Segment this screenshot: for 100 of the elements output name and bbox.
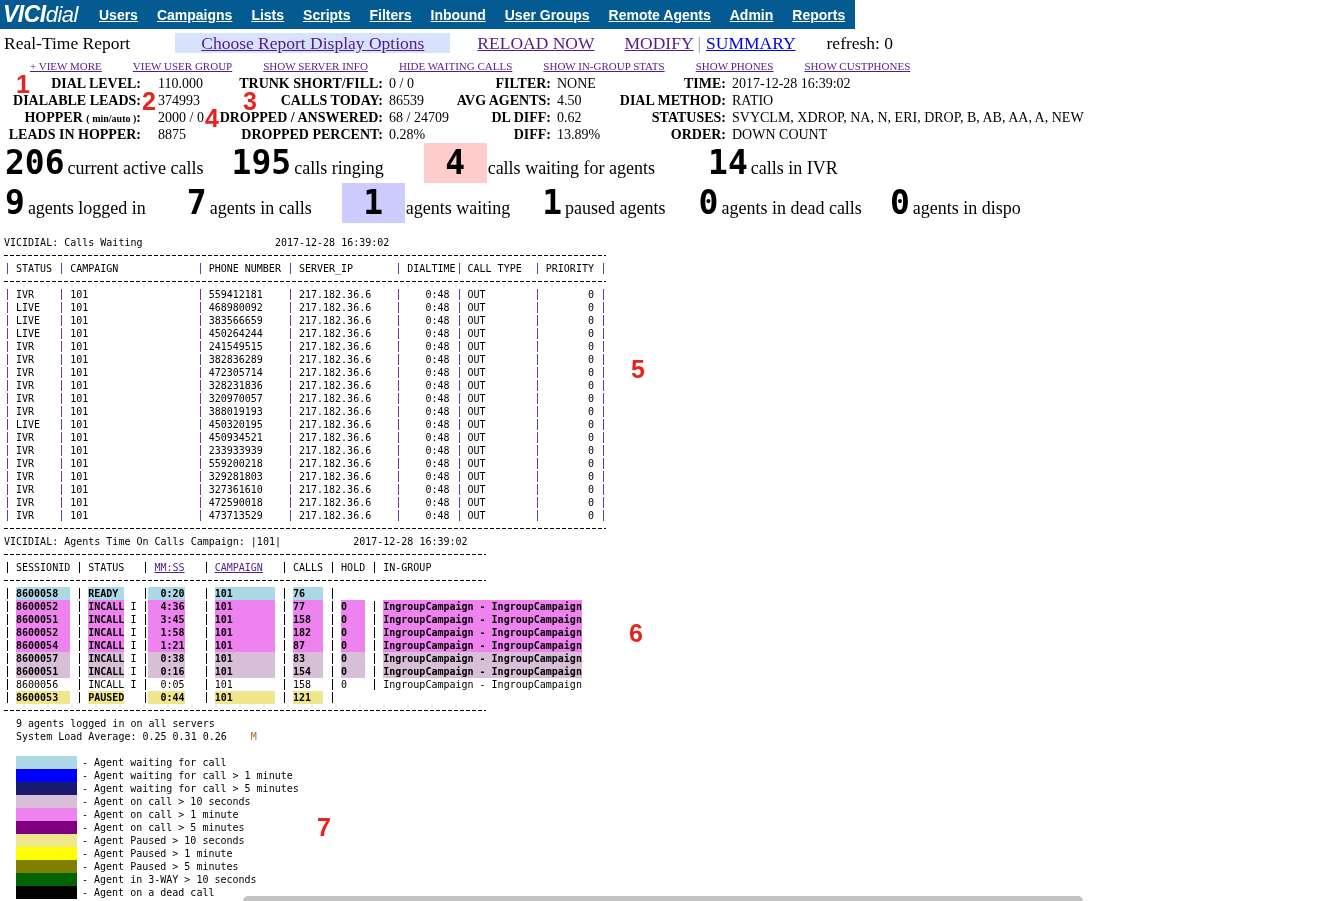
stat-value: 13.89% — [557, 126, 601, 143]
table-cell: 0:48 — [425, 419, 450, 430]
stat-value: RATIO — [732, 92, 774, 109]
stat-label: DROPPED PERCENT: — [241, 126, 383, 143]
table-cell: 1:58 — [148, 626, 185, 639]
counter-label: agents logged in — [27, 198, 146, 219]
nav-link[interactable]: Inbound — [430, 6, 486, 23]
table-cell: 101 — [214, 652, 275, 665]
table-cell: 0 — [587, 510, 594, 521]
table-cell: 101 — [70, 341, 89, 352]
scrollbar-thumb[interactable] — [243, 896, 1083, 901]
table-cell: 0:38 — [148, 652, 185, 665]
column-header: STATUS — [88, 561, 125, 574]
annotation-number: 2 — [142, 92, 156, 111]
table-cell: 101 — [70, 471, 89, 482]
table-cell: IVR — [16, 484, 35, 495]
stat-value: DOWN COUNT — [732, 126, 828, 143]
stat-label: AVG AGENTS: — [456, 92, 551, 109]
table-cell: 217.182.36.6 — [298, 393, 372, 404]
column-header: CALLS — [292, 561, 324, 574]
counter-value: 1 — [341, 183, 405, 223]
counter-value: 0 — [889, 183, 910, 223]
table-cell: 101 — [214, 691, 275, 704]
table-cell: LIVE — [16, 302, 41, 313]
link-separator: | — [697, 32, 702, 54]
legend-label: - Agent on call > 1 minute — [82, 808, 239, 821]
quick-link[interactable]: SHOW IN-GROUP STATS — [543, 60, 665, 72]
counter-value: 195 — [231, 143, 292, 183]
quick-link[interactable]: VIEW USER GROUP — [132, 60, 233, 72]
table-cell: 101 — [70, 497, 89, 508]
table-cell: PAUSED — [88, 691, 125, 704]
quick-link[interactable]: + VIEW MORE — [30, 60, 102, 72]
table-cell: 0 — [341, 613, 366, 626]
call-type-cell: I — [130, 639, 137, 652]
nav-link[interactable]: Admin — [729, 6, 774, 23]
table-cell: 0:48 — [425, 289, 450, 300]
table-cell: 3:45 — [148, 613, 185, 626]
table-cell: IVR — [16, 432, 35, 443]
table-cell: 0:44 — [148, 691, 185, 704]
nav-link[interactable]: Filters — [369, 6, 412, 23]
nav-link[interactable]: Lists — [251, 6, 285, 23]
column-header: HOLD — [341, 561, 366, 574]
quick-link[interactable]: HIDE WAITING CALLS — [398, 60, 513, 72]
table-cell: 217.182.36.6 — [298, 510, 372, 521]
sort-link[interactable]: MM:SS — [154, 561, 185, 574]
legend-label: - Agent waiting for call > 5 minutes — [82, 782, 299, 795]
table-cell: 182 — [292, 626, 324, 639]
table-cell: LIVE — [16, 328, 41, 339]
header-link[interactable]: RELOAD NOW — [477, 32, 595, 54]
table-cell: 101 — [70, 354, 89, 365]
table-cell: 0:20 — [148, 587, 185, 600]
table-cell: 0:48 — [425, 315, 450, 326]
table-cell: 101 — [70, 302, 89, 313]
counter-label: agents waiting — [405, 198, 511, 219]
table-cell: 0 — [341, 600, 366, 613]
app-logo: VICIdial — [3, 2, 78, 27]
legend-label: - Agent Paused > 1 minute — [82, 847, 233, 860]
stat-label: DL DIFF: — [491, 109, 551, 126]
quick-link[interactable]: SHOW CUSTPHONES — [804, 60, 911, 72]
refresh-status: refresh: 0 — [826, 32, 894, 54]
table-cell: 101 — [214, 626, 275, 639]
table-cell: 0 — [341, 678, 348, 691]
counter-value: 206 — [5, 143, 65, 183]
table-cell: 233933939 — [208, 445, 263, 456]
stat-label: TIME: — [684, 75, 726, 92]
table-cell: 0 — [587, 484, 594, 495]
section-title: VICIDIAL: Agents Time On Calls Campaign: |101| — [4, 535, 282, 548]
nav-link[interactable]: Campaigns — [156, 6, 233, 23]
table-cell: IVR — [16, 367, 35, 378]
table-cell: INCALL — [88, 626, 125, 639]
nav-link[interactable]: Users — [99, 6, 138, 23]
table-cell: OUT — [467, 406, 486, 417]
counter-label: agents in calls — [209, 198, 312, 219]
nav-link[interactable]: Remote Agents — [608, 6, 711, 23]
table-cell: IVR — [16, 380, 35, 391]
table-cell: 0:05 — [160, 678, 185, 691]
table-cell: 0 — [587, 341, 594, 352]
stat-label: TRUNK SHORT/FILL: — [239, 75, 383, 92]
quick-link[interactable]: SHOW PHONES — [695, 60, 774, 72]
table-cell: IVR — [16, 445, 35, 456]
nav-link[interactable]: User Groups — [504, 6, 590, 23]
table-cell: OUT — [467, 458, 486, 469]
table-cell: 0:48 — [425, 328, 450, 339]
table-cell: 158 — [292, 613, 324, 626]
nav-link[interactable]: Reports — [792, 6, 846, 23]
stat-value: 86539 — [389, 92, 424, 109]
table-cell: 0:48 — [425, 406, 450, 417]
counter-label: current active calls — [67, 158, 204, 179]
annotation-number: 3 — [243, 92, 257, 111]
call-type-cell: I — [130, 626, 137, 639]
table-cell: 101 — [214, 665, 275, 678]
nav-link[interactable]: Scripts — [303, 6, 351, 23]
stat-value: NONE — [557, 75, 596, 92]
header-link[interactable]: MODIFY — [624, 32, 694, 54]
table-cell: IngroupCampaign - IngroupCampaign — [383, 626, 582, 639]
counter-value: 0 — [698, 183, 719, 223]
quick-link[interactable]: SHOW SERVER INFO — [263, 60, 368, 72]
display-options-link[interactable]: Choose Report Display Options — [175, 33, 451, 53]
header-link[interactable]: SUMMARY — [706, 32, 796, 54]
table-cell: 8600052 — [16, 626, 71, 639]
